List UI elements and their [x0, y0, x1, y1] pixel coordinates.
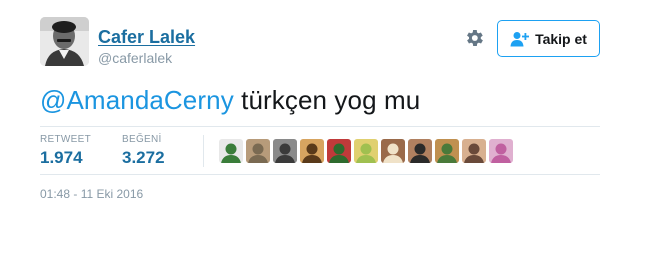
liker-avatar[interactable] — [354, 139, 378, 163]
liker-avatar[interactable] — [489, 139, 513, 163]
tweet-timestamp[interactable]: 01:48 - 11 Eki 2016 — [40, 187, 143, 201]
tweet-text: @AmandaCerny türkçen yog mu — [40, 85, 420, 116]
likes-stat[interactable]: BEĞENİ 3.272 — [122, 134, 165, 168]
stats-separator — [203, 135, 204, 167]
likes-label: BEĞENİ — [122, 134, 162, 145]
retweet-stat[interactable]: RETWEET 1.974 — [40, 134, 91, 168]
likes-count: 3.272 — [122, 148, 165, 167]
mention-link[interactable]: @AmandaCerny — [40, 85, 234, 115]
retweet-label: RETWEET — [40, 134, 91, 145]
liker-avatar[interactable] — [408, 139, 432, 163]
likers-avatars — [219, 139, 513, 163]
divider-top — [40, 126, 600, 127]
liker-avatar[interactable] — [462, 139, 486, 163]
user-name[interactable]: Cafer Lalek — [98, 27, 195, 48]
follow-button[interactable]: Takip et — [497, 20, 600, 57]
user-avatar[interactable] — [40, 17, 89, 66]
add-user-icon — [510, 31, 530, 47]
gear-icon[interactable] — [463, 27, 485, 49]
liker-avatar[interactable] — [300, 139, 324, 163]
liker-avatar[interactable] — [381, 139, 405, 163]
tweet-card: Cafer Lalek @caferlalek Takip et @Amanda… — [0, 0, 648, 257]
retweet-count: 1.974 — [40, 148, 83, 167]
follow-button-label: Takip et — [535, 30, 587, 47]
liker-avatar[interactable] — [273, 139, 297, 163]
liker-avatar[interactable] — [435, 139, 459, 163]
divider-bottom — [40, 174, 600, 175]
liker-avatar[interactable] — [327, 139, 351, 163]
user-handle: @caferlalek — [98, 50, 173, 66]
tweet-body: türkçen yog mu — [233, 85, 421, 115]
liker-avatar[interactable] — [246, 139, 270, 163]
liker-avatar[interactable] — [219, 139, 243, 163]
